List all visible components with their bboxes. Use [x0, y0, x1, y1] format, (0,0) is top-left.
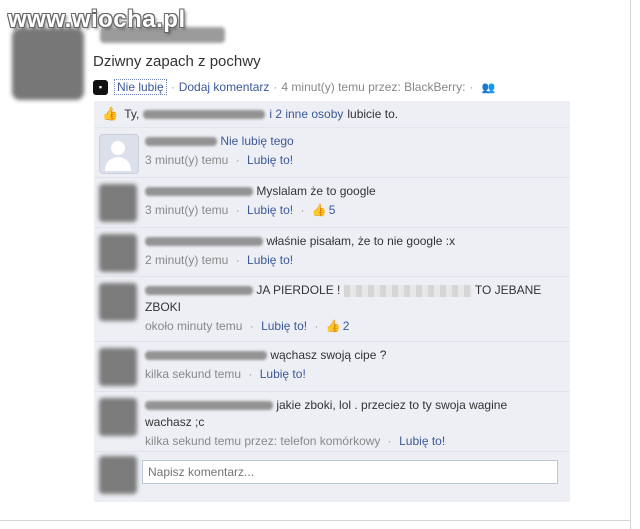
comment-text: Myslalam że to google	[256, 184, 376, 198]
likes-summary: 👍 Ty, i 2 inne osoby lubicie to.	[94, 101, 570, 128]
comment-body: Myslalam że to google 3 minut(y) temu · …	[145, 183, 555, 219]
likes-prefix: Ty,	[124, 107, 140, 121]
commenter-avatar[interactable]	[99, 348, 137, 386]
comment-text-part2: wachasz ;c	[145, 415, 205, 429]
commenter-name-redacted	[145, 187, 253, 197]
post-meta-row: ▪ Nie lubię · Dodaj komentarz · 4 minut(…	[93, 79, 495, 95]
comment-body: wąchasz swoją cipe ? kilka sekund temu ·…	[145, 347, 555, 383]
like-count-value: 2	[342, 319, 350, 333]
separator: ·	[300, 203, 305, 217]
pixelated-name	[343, 284, 472, 297]
comment-time: kilka sekund temu	[145, 367, 242, 381]
comment-time: około minuty temu	[145, 319, 243, 333]
comment-like-button[interactable]: Lubię to!	[247, 253, 293, 267]
commenter-avatar[interactable]	[99, 398, 137, 436]
comment-time: kilka sekund temu przez: telefon komórko…	[145, 434, 381, 448]
comment-like-button[interactable]: Lubię to!	[399, 434, 445, 448]
commenter-avatar[interactable]	[99, 234, 137, 272]
thumbs-up-icon: 👍	[311, 203, 327, 217]
comment-body: JA PIERDOLE ! TO JEBANE ZBOKI około minu…	[145, 282, 555, 335]
comment-item: wąchasz swoją cipe ? kilka sekund temu ·…	[94, 342, 570, 392]
thumbs-up-icon: 👍	[325, 319, 341, 333]
comment-text: właśnie pisałam, że to nie google :x	[266, 234, 456, 248]
comment-text-part1: jakie zboki, lol . przeciez to ty swoja …	[276, 398, 508, 412]
thumbs-up-icon: 👍	[102, 106, 119, 121]
post-timestamp: 4 minut(y) temu przez: BlackBerry:	[281, 80, 466, 94]
comment-like-button[interactable]: Lubię to!	[247, 203, 293, 217]
commenter-name-redacted	[145, 137, 217, 147]
separator: ·	[314, 319, 319, 333]
comment-text-part3: ZBOKI	[145, 300, 182, 314]
comment-input[interactable]	[142, 460, 558, 484]
separator: ·	[469, 80, 474, 94]
likes-suffix: lubicie to.	[347, 107, 399, 121]
current-user-avatar	[99, 456, 137, 494]
separator: ·	[387, 434, 392, 448]
poster-avatar[interactable]	[12, 28, 84, 100]
like-count-value: 5	[328, 203, 336, 217]
commenter-name-redacted	[145, 401, 273, 411]
commenter-name-redacted	[145, 286, 253, 296]
commenter-reaction[interactable]: Nie lubię tego	[220, 134, 293, 148]
comment-body: Nie lubię tego 3 minut(y) temu · Lubię t…	[145, 133, 555, 169]
comment-like-count[interactable]: 👍 5	[312, 203, 336, 217]
frame-border-bottom	[0, 520, 631, 521]
comment-item: właśnie pisałam, że to nie google :x 2 m…	[94, 228, 570, 277]
commenter-name-redacted	[145, 351, 267, 361]
commenter-avatar[interactable]	[99, 134, 139, 174]
comment-item: jakie zboki, lol . przeciez to ty swoja …	[94, 392, 570, 452]
comment-body: jakie zboki, lol . przeciez to ty swoja …	[145, 397, 555, 450]
comment-body: właśnie pisałam, że to nie google :x 2 m…	[145, 233, 555, 269]
commenter-avatar[interactable]	[99, 283, 137, 321]
comment-item: JA PIERDOLE ! TO JEBANE ZBOKI około minu…	[94, 277, 570, 342]
separator: ·	[235, 253, 240, 267]
comment-like-button[interactable]: Lubię to!	[247, 153, 293, 167]
comment-like-button[interactable]: Lubię to!	[261, 319, 307, 333]
comment-like-count[interactable]: 👍 2	[326, 319, 350, 333]
comment-time: 2 minut(y) temu	[145, 253, 229, 267]
commenter-avatar[interactable]	[99, 184, 137, 222]
comment-text: wąchasz swoją cipe ?	[270, 348, 387, 362]
liker-name-redacted	[143, 109, 266, 119]
commenter-name-redacted	[145, 237, 263, 247]
comment-composer	[94, 452, 570, 502]
separator: ·	[235, 203, 240, 217]
unlike-button[interactable]: Nie lubię	[114, 79, 167, 95]
separator: ·	[249, 319, 254, 333]
separator: ·	[235, 153, 240, 167]
likes-others-link[interactable]: i 2 inne osoby	[269, 107, 343, 121]
comment-text-part2: TO JEBANE	[474, 283, 542, 297]
frame-border-right	[630, 0, 631, 529]
post-title: Dziwny zapach z pochwy	[93, 53, 261, 70]
comment-time: 3 minut(y) temu	[145, 203, 229, 217]
watermark-logo: www.wiocha.pl	[8, 6, 186, 33]
comment-like-button[interactable]: Lubię to!	[260, 367, 306, 381]
comment-time: 3 minut(y) temu	[145, 153, 229, 167]
comment-item: Myslalam że to google 3 minut(y) temu · …	[94, 178, 570, 228]
people-icon[interactable]: 👥	[481, 81, 495, 94]
separator: ·	[248, 367, 253, 381]
comment-text-part1: JA PIERDOLE !	[256, 283, 341, 297]
separator: ·	[273, 80, 278, 94]
blackberry-icon: ▪	[93, 79, 108, 95]
separator: ·	[170, 80, 175, 94]
add-comment-link[interactable]: Dodaj komentarz	[179, 80, 270, 94]
comment-item: Nie lubię tego 3 minut(y) temu · Lubię t…	[94, 128, 570, 178]
